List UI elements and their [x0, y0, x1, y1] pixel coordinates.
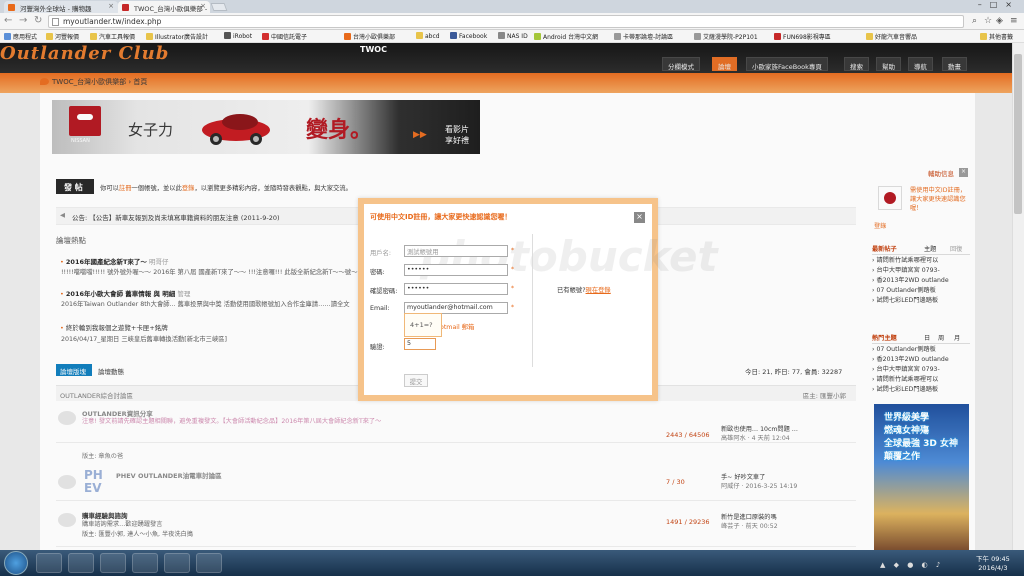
tab-label: TWOC_台灣小歐俱樂部 - — [134, 5, 208, 13]
confirm-password-field[interactable]: •••••• — [404, 283, 508, 295]
bookmarks-bar: 應用程式 河豐報價 汽車工具報價 Illustrator廣告設計 iRobot … — [0, 30, 1024, 43]
bookmark-item[interactable]: 台灣小歐俱樂部 — [344, 32, 395, 41]
new-tab-button[interactable] — [210, 3, 228, 11]
bookmark-item[interactable]: 好龍汽車音響品 — [866, 32, 917, 41]
reload-icon[interactable]: ↻ — [34, 15, 42, 26]
submit-button[interactable]: 提交 — [404, 374, 428, 387]
extension-icon[interactable]: ◈ — [996, 16, 1003, 26]
password-field[interactable]: •••••• — [404, 264, 508, 276]
password-label: 密碼: — [370, 269, 385, 276]
window-controls[interactable]: –□× — [978, 0, 1020, 9]
page-icon — [52, 18, 59, 26]
app-icon[interactable] — [196, 553, 222, 573]
close-tab-icon[interactable]: × — [108, 2, 114, 10]
bookmark-item[interactable]: 其他書籤 — [980, 32, 1013, 41]
bookmark-item[interactable]: 卡蒂那論壇-討論區 — [614, 32, 673, 41]
tab-favicon-icon — [8, 4, 15, 11]
bookmark-item[interactable]: Facebook — [450, 32, 487, 40]
url-input[interactable]: myoutlander.tw/index.php — [48, 15, 964, 28]
start-button[interactable] — [4, 551, 28, 575]
bookmark-item[interactable]: 應用程式 — [4, 32, 37, 41]
email-label: Email: — [370, 305, 390, 312]
browser-tab-2[interactable]: TWOC_台灣小歐俱樂部 - × — [118, 1, 210, 13]
browser-tab-1[interactable]: 河豐灣外全球站 - 購物趣 × — [4, 1, 118, 13]
required-icon: * — [511, 304, 514, 311]
bookmark-item[interactable]: 汽車工具報價 — [90, 32, 135, 41]
chrome-icon[interactable] — [132, 553, 158, 573]
dialog-title: 可使用中文ID註冊，讓大家更快速認識您喔！ — [370, 213, 512, 221]
zoom-icon[interactable]: ⌕ — [972, 16, 977, 26]
menu-icon[interactable]: ≡ — [1010, 16, 1018, 26]
clock[interactable]: 下午 09:45 2016/4/3 — [976, 555, 1010, 573]
bookmark-item[interactable]: 艾薩漫學院-P2P101 — [694, 32, 758, 41]
bookmark-item[interactable]: Android 台灣中文網 — [534, 32, 598, 41]
bookmark-item[interactable]: 中國信託電子 — [262, 32, 307, 41]
bookmark-item[interactable]: FUN698影視專區 — [774, 32, 831, 41]
has-account-text: 已有帳號?現在登錄 — [557, 287, 611, 294]
bookmark-item[interactable]: iRobot — [224, 32, 252, 40]
bookmark-item[interactable]: 河豐報價 — [46, 32, 79, 41]
url-text: myoutlander.tw/index.php — [63, 17, 162, 26]
verify-label: 驗證: — [370, 344, 385, 351]
bookmark-item[interactable]: NAS ID — [498, 32, 528, 40]
back-icon[interactable]: ← — [4, 15, 12, 26]
bookmark-item[interactable]: Illustrator廣告設計 — [146, 32, 208, 41]
app-icon[interactable] — [164, 553, 190, 573]
close-tab-icon[interactable]: × — [200, 2, 206, 10]
required-icon: * — [511, 266, 514, 273]
username-label: 用戶名: — [370, 250, 392, 257]
captcha-image: 4+1=? — [404, 313, 442, 337]
tab-favicon-icon — [122, 4, 129, 11]
bookmark-star-icon[interactable]: ☆ — [984, 16, 992, 26]
dialog-close-button[interactable]: × — [634, 212, 645, 223]
confirm-password-label: 確認密碼: — [370, 288, 398, 295]
required-icon: * — [511, 247, 514, 254]
system-tray-icons[interactable]: ▲ ◆ ● ◐ ♪ — [880, 561, 943, 569]
verify-field[interactable]: 5 — [404, 338, 436, 350]
scrollbar-thumb[interactable] — [1014, 54, 1022, 214]
browser-tab-bar: 河豐灣外全球站 - 購物趣 × TWOC_台灣小歐俱樂部 - × –□× — [0, 0, 1024, 13]
explorer-icon[interactable] — [36, 553, 62, 573]
app-icon[interactable] — [100, 553, 126, 573]
required-icon: * — [511, 285, 514, 292]
username-field[interactable]: 測試帳號用 — [404, 245, 508, 257]
register-dialog — [358, 198, 658, 401]
bookmark-item[interactable]: abcd — [416, 32, 440, 40]
app-icon[interactable] — [68, 553, 94, 573]
tab-label: 河豐灣外全球站 - 購物趣 — [20, 5, 92, 13]
dialog-divider — [532, 234, 533, 367]
login-now-link[interactable]: 現在登錄 — [586, 287, 611, 294]
forward-icon[interactable]: → — [19, 15, 27, 26]
